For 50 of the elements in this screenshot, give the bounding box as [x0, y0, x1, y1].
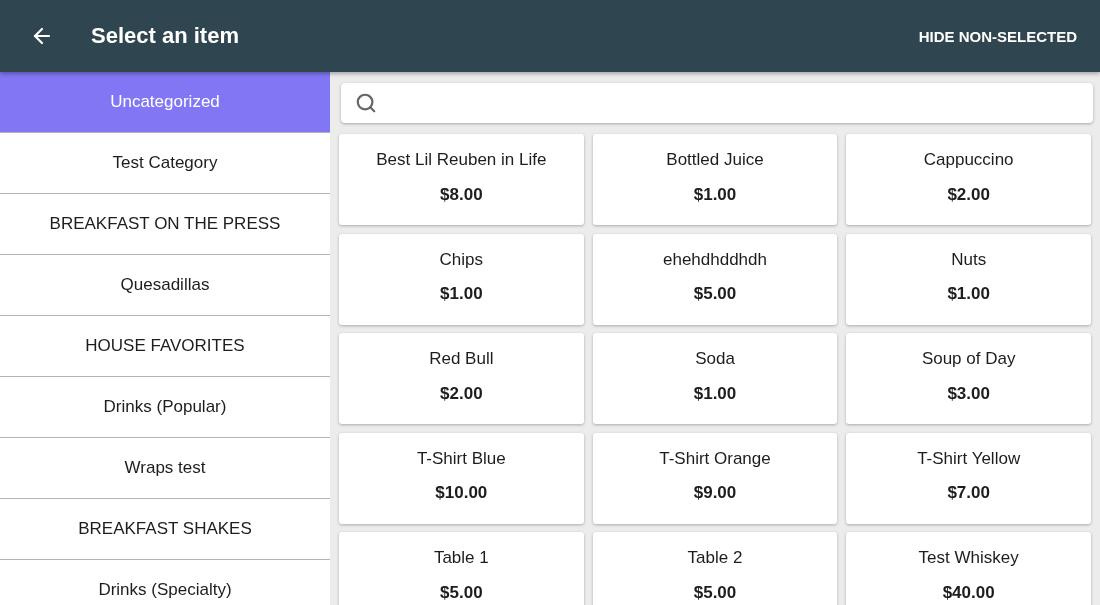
item-card[interactable]: Soup of Day $3.00 — [846, 333, 1091, 424]
item-card[interactable]: Test Whiskey $40.00 — [846, 532, 1091, 605]
item-card[interactable]: Chips $1.00 — [339, 233, 584, 325]
item-price: $9.00 — [693, 483, 737, 503]
item-card[interactable]: Nuts $1.00 — [846, 233, 1091, 325]
item-name: Soda — [695, 349, 735, 369]
search-field[interactable] — [341, 83, 1093, 123]
item-name: Best Lil Reuben in Life — [376, 150, 547, 170]
item-card[interactable]: Soda $1.00 — [592, 333, 838, 424]
item-name: Chips — [439, 249, 484, 270]
item-price: $40.00 — [942, 582, 995, 603]
item-name: ehehdhddhdh — [663, 249, 767, 270]
category-item[interactable]: Uncategorized — [0, 72, 330, 133]
item-card[interactable]: Bottled Juice $1.00 — [592, 134, 838, 225]
item-card[interactable]: T-Shirt Yellow $7.00 — [846, 432, 1091, 524]
item-price: $1.00 — [693, 184, 737, 205]
item-name: Bottled Juice — [666, 150, 764, 170]
item-name: T-Shirt Blue — [416, 448, 506, 469]
item-price: $1.00 — [440, 284, 483, 304]
item-name: Soup of Day — [921, 349, 1016, 369]
item-price: $1.00 — [693, 383, 737, 404]
item-price: $5.00 — [693, 582, 737, 603]
item-name: Nuts — [951, 249, 987, 270]
item-name: Cappuccino — [923, 150, 1014, 170]
item-name: Red Bull — [429, 349, 494, 369]
item-card[interactable]: T-Shirt Blue $10.00 — [339, 432, 584, 524]
search-icon — [355, 92, 377, 114]
item-name: Table 1 — [433, 548, 489, 568]
item-card[interactable]: Best Lil Reuben in Life $8.00 — [339, 134, 584, 225]
hide-non-selected-button[interactable]: HIDE NON-SELECTED — [918, 21, 1077, 51]
item-price: $2.00 — [947, 184, 990, 205]
item-name: T-Shirt Yellow — [917, 448, 1021, 469]
item-price: $2.00 — [440, 383, 483, 404]
item-card[interactable]: Cappuccino $2.00 — [846, 134, 1091, 225]
page-title: Select an item — [91, 23, 240, 49]
item-price: $8.00 — [440, 184, 483, 205]
item-price: $7.00 — [947, 483, 990, 503]
item-price: $10.00 — [435, 483, 488, 503]
item-name: T-Shirt Orange — [659, 448, 771, 469]
item-card[interactable]: T-Shirt Orange $9.00 — [592, 432, 838, 524]
item-card[interactable]: Red Bull $2.00 — [339, 333, 584, 424]
item-name: Test Whiskey — [918, 548, 1019, 568]
item-price: $5.00 — [440, 582, 483, 603]
item-price: $1.00 — [947, 284, 990, 304]
item-price: $5.00 — [693, 284, 737, 304]
item-card[interactable]: Table 1 $5.00 — [339, 532, 584, 605]
item-name: Table 2 — [687, 548, 743, 568]
item-card[interactable]: Table 2 $5.00 — [592, 532, 838, 605]
item-card[interactable]: ehehdhddhdh $5.00 — [592, 233, 838, 325]
item-price: $3.00 — [947, 383, 990, 404]
